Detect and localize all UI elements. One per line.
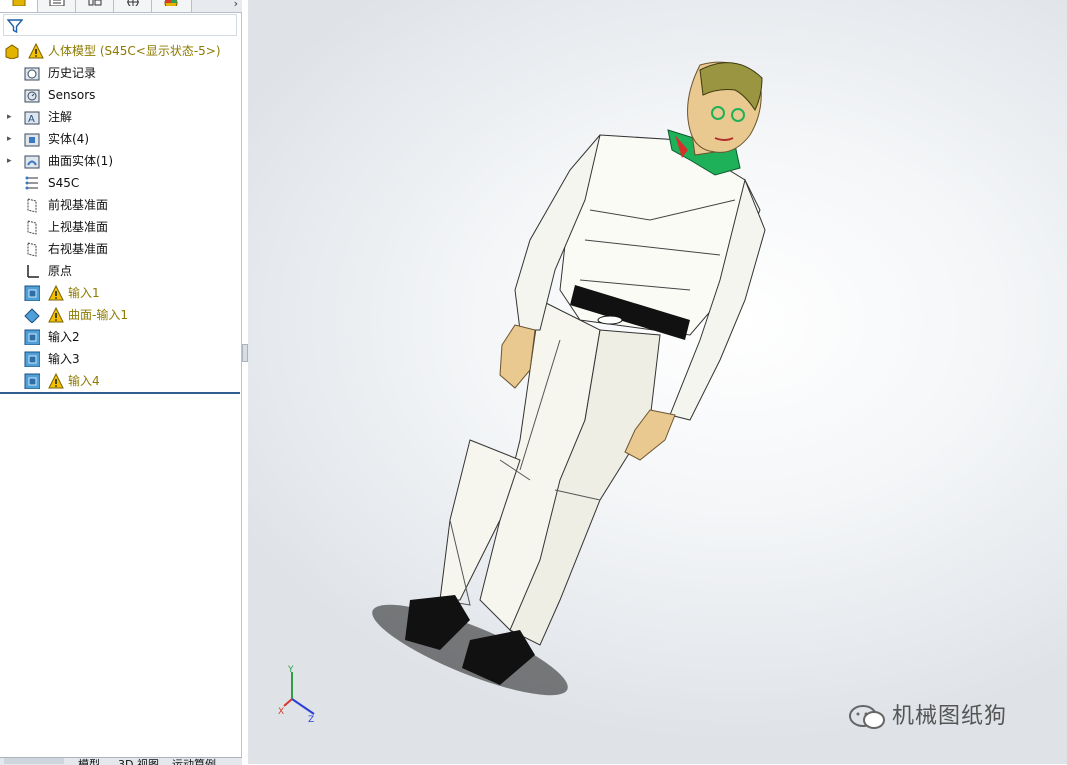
warning-icon — [48, 285, 64, 301]
tree-item[interactable]: 原点 — [0, 260, 240, 282]
imported-body-icon — [24, 373, 40, 389]
dimxpert-manager-tab[interactable] — [114, 0, 152, 12]
expand-arrow-icon[interactable]: ▸ — [7, 128, 15, 150]
tree-item-label: 原点 — [48, 264, 73, 278]
plane-icon — [27, 198, 37, 213]
part-tab-icon — [12, 0, 26, 6]
origin-icon — [27, 265, 39, 278]
configuration-tab-icon — [88, 0, 102, 6]
filter-funnel-icon — [7, 19, 23, 34]
tree-item[interactable]: 输入2 — [0, 326, 240, 348]
tree-item-label: 上视基准面 — [48, 220, 109, 234]
dimxpert-tab-icon — [127, 0, 139, 6]
property-manager-tab[interactable] — [38, 0, 76, 12]
tree-item[interactable]: ▸ 实体(4) — [0, 128, 240, 150]
feature-manager-tab[interactable] — [0, 0, 38, 12]
tree-filter-input[interactable] — [3, 14, 237, 36]
expand-arrow-icon[interactable]: ▸ — [7, 150, 15, 172]
tree-item[interactable]: 输入1 — [0, 282, 240, 304]
triad-y-label: Y — [287, 665, 294, 675]
part-icon — [5, 44, 19, 59]
warning-icon — [48, 307, 64, 323]
tree-item-label: 输入4 — [68, 374, 100, 388]
plane-icon — [27, 220, 37, 235]
tree-item-label: 输入2 — [48, 330, 80, 344]
tree-filter-row — [0, 13, 238, 39]
sensors-folder-icon — [24, 89, 40, 103]
triad-x-label: X — [278, 707, 284, 717]
tree-item-label: 曲面-输入1 — [68, 308, 128, 322]
watermark-text: 机械图纸狗 — [892, 704, 1008, 729]
graphics-viewport[interactable]: Y Z X 机械图纸狗 — [248, 0, 1067, 764]
feature-manager-panel: › 人体模型 (S45C<显示状态-5>) 历史记录 Sensors ▸ A 注解 ▸ 实体(… — [0, 0, 242, 765]
tree-item[interactable]: 输入3 — [0, 348, 240, 370]
configuration-manager-tab[interactable] — [76, 0, 114, 12]
axis-triad: Y Z X — [278, 665, 315, 724]
tree-item-label: 曲面实体(1) — [48, 154, 113, 168]
tree-item-label: 前视基准面 — [48, 198, 109, 212]
tree-item-label: Sensors — [48, 88, 96, 102]
wechat-icon — [849, 705, 885, 729]
tree-item[interactable]: ▸ A 注解 — [0, 106, 240, 128]
imported-body-icon — [24, 351, 40, 367]
bottom-tab-scroll[interactable] — [4, 758, 64, 764]
tree-rollback-bar[interactable] — [0, 392, 240, 394]
display-tab-icon — [164, 0, 178, 6]
tree-item-label: 历史记录 — [48, 66, 97, 80]
tree-item-label: 注解 — [48, 110, 73, 124]
imported-body-icon — [24, 285, 40, 301]
tree-item[interactable]: 人体模型 (S45C<显示状态-5>) — [0, 40, 240, 62]
tree-item[interactable]: 前视基准面 — [0, 194, 240, 216]
expand-arrow-icon[interactable]: ▸ — [7, 106, 15, 128]
tree-item[interactable]: Sensors — [0, 84, 240, 106]
tree-item-label: 右视基准面 — [48, 242, 109, 256]
property-tab-icon — [49, 0, 65, 6]
tree-item[interactable]: S45C — [0, 172, 240, 194]
human-model-3d[interactable] — [248, 0, 1067, 764]
tab-overflow-chevron[interactable]: › — [234, 0, 238, 10]
tree-item[interactable]: ▸ 曲面实体(1) — [0, 150, 240, 172]
tree-item-label: 输入3 — [48, 352, 80, 366]
tree-item-label: 实体(4) — [48, 132, 89, 146]
display-manager-tab[interactable] — [152, 0, 192, 12]
feature-tree: 人体模型 (S45C<显示状态-5>) 历史记录 Sensors ▸ A 注解 ▸ 实体(4)… — [0, 40, 240, 392]
tree-item-label: 输入1 — [68, 286, 100, 300]
tree-item[interactable]: 输入4 — [0, 370, 240, 392]
tree-item[interactable]: 曲面-输入1 — [0, 304, 240, 326]
triad-z-label: Z — [308, 715, 314, 724]
warning-icon — [48, 373, 64, 389]
panel-tab-bar: › — [0, 0, 242, 13]
tree-item[interactable]: 上视基准面 — [0, 216, 240, 238]
plane-icon — [27, 242, 37, 257]
tree-item[interactable]: 右视基准面 — [0, 238, 240, 260]
solid-bodies-folder-icon — [24, 133, 40, 147]
tree-item[interactable]: 历史记录 — [0, 62, 240, 84]
svg-text:A: A — [28, 114, 35, 125]
warning-icon — [28, 43, 44, 59]
history-folder-icon — [24, 67, 40, 81]
tree-item-label: S45C — [48, 176, 80, 190]
annotations-folder-icon: A — [24, 111, 40, 125]
material-icon — [25, 176, 38, 190]
imported-surface-icon — [24, 308, 40, 323]
imported-body-icon — [24, 329, 40, 345]
tree-item-label: 人体模型 (S45C<显示状态-5>) — [48, 44, 221, 58]
surface-bodies-folder-icon — [24, 155, 40, 169]
